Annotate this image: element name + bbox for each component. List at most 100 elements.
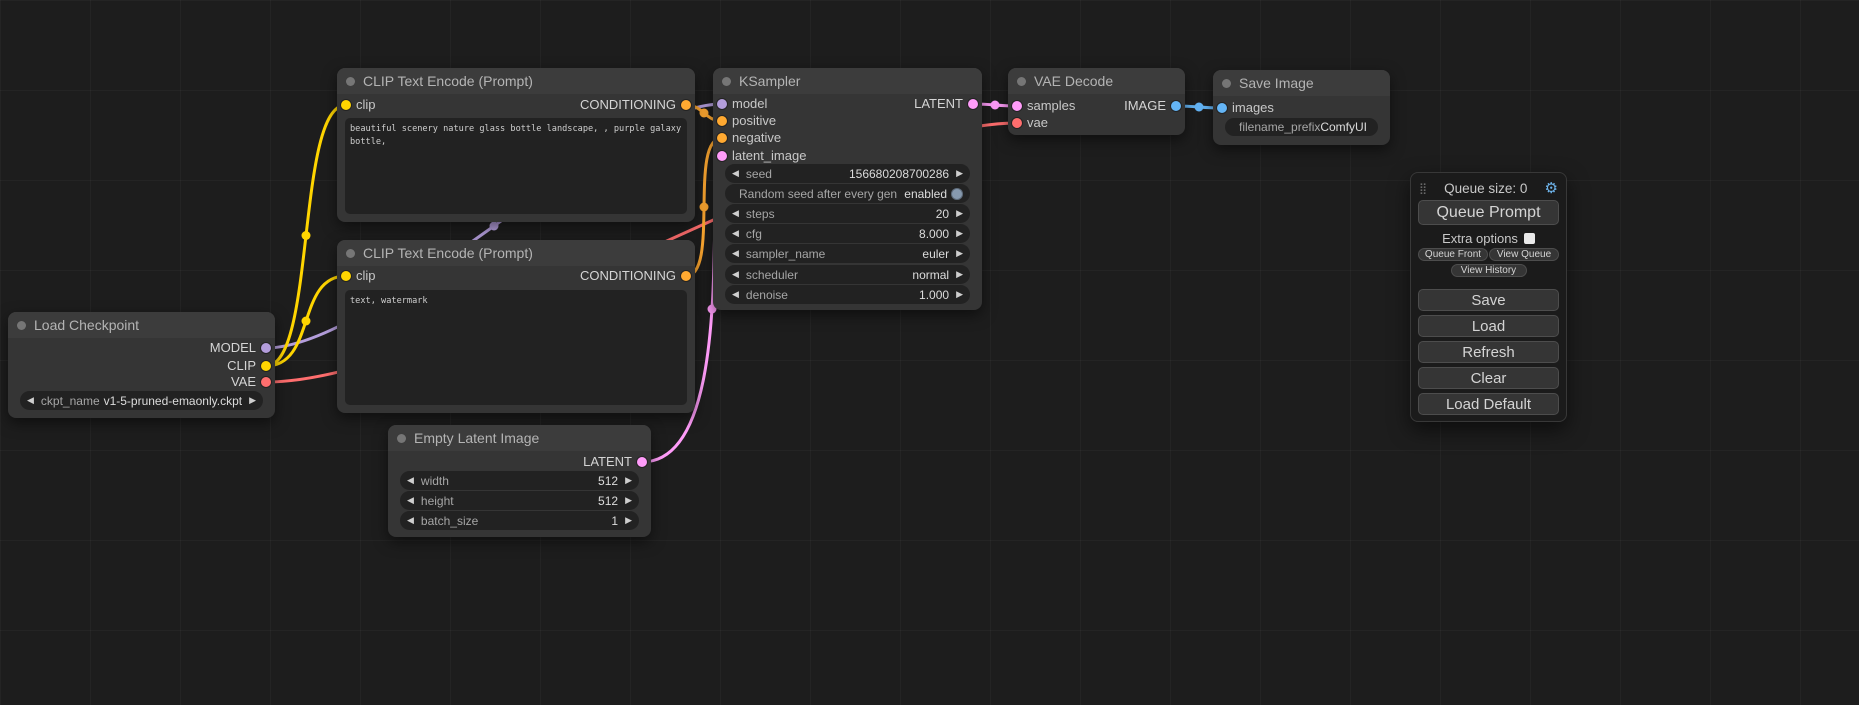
- output-slot-image[interactable]: [1171, 101, 1181, 111]
- node-title-bar[interactable]: VAE Decode: [1008, 68, 1185, 94]
- queue-front-button[interactable]: Queue Front: [1418, 248, 1488, 261]
- output-slot-conditioning[interactable]: [681, 100, 691, 110]
- input-slot-positive[interactable]: [717, 116, 727, 126]
- arrow-right-icon[interactable]: ▶: [956, 204, 963, 223]
- widget-name: cfg: [746, 227, 762, 241]
- arrow-right-icon[interactable]: ▶: [956, 224, 963, 243]
- arrow-right-icon[interactable]: ▶: [625, 471, 632, 490]
- node-title-bar[interactable]: CLIP Text Encode (Prompt): [337, 240, 695, 266]
- output-slot-label: CONDITIONING: [580, 97, 676, 113]
- input-slot-clip[interactable]: [341, 100, 351, 110]
- widget-name: height: [421, 494, 454, 508]
- widget-value: 1: [611, 514, 618, 528]
- arrow-left-icon[interactable]: ◀: [732, 244, 739, 263]
- arrow-left-icon[interactable]: ◀: [732, 224, 739, 243]
- arrow-left-icon[interactable]: ◀: [732, 285, 739, 304]
- widget-random-seed-toggle[interactable]: Random seed after every gen enabled: [725, 184, 970, 203]
- widget-batch-size[interactable]: ◀ batch_size 1 ▶: [400, 511, 639, 530]
- arrow-right-icon[interactable]: ▶: [956, 285, 963, 304]
- arrow-left-icon[interactable]: ◀: [407, 471, 414, 490]
- arrow-right-icon[interactable]: ▶: [249, 391, 256, 410]
- prompt-textarea[interactable]: text, watermark: [345, 290, 687, 405]
- extra-options-row: Extra options: [1411, 231, 1566, 245]
- collapse-dot[interactable]: [722, 77, 731, 86]
- node-vae-decode[interactable]: VAE Decode samples IMAGE vae: [1008, 68, 1185, 135]
- arrow-right-icon[interactable]: ▶: [956, 164, 963, 183]
- node-title-bar[interactable]: Load Checkpoint: [8, 312, 275, 338]
- node-graph-canvas[interactable]: Load Checkpoint MODEL CLIP VAE ◀ ckpt_na…: [0, 0, 1859, 705]
- widget-sampler-name[interactable]: ◀ sampler_name euler ▶: [725, 244, 970, 263]
- toggle-knob[interactable]: [951, 188, 963, 200]
- arrow-right-icon[interactable]: ▶: [956, 265, 963, 284]
- clear-button[interactable]: Clear: [1418, 367, 1559, 389]
- output-slot-clip[interactable]: [261, 361, 271, 371]
- input-slot-clip[interactable]: [341, 271, 351, 281]
- widget-denoise[interactable]: ◀ denoise 1.000 ▶: [725, 285, 970, 304]
- collapse-dot[interactable]: [346, 77, 355, 86]
- widget-name: ckpt_name: [41, 394, 100, 408]
- widget-height[interactable]: ◀ height 512 ▶: [400, 491, 639, 510]
- widget-filename-prefix[interactable]: filename_prefix ComfyUI: [1225, 118, 1378, 136]
- widget-ckpt-name[interactable]: ◀ ckpt_name v1-5-pruned-emaonly.ckpt ▶: [20, 391, 263, 410]
- save-button[interactable]: Save: [1418, 289, 1559, 311]
- input-slot-latent-image[interactable]: [717, 151, 727, 161]
- drag-handle-icon[interactable]: ⣿: [1419, 182, 1427, 195]
- view-history-button[interactable]: View History: [1451, 264, 1527, 277]
- widget-name: Random seed after every gen: [739, 187, 897, 201]
- widget-value: 156680208700286: [849, 167, 949, 181]
- node-title-bar[interactable]: CLIP Text Encode (Prompt): [337, 68, 695, 94]
- queue-menu-panel: ⣿ Queue size: 0 ⚙ Queue Prompt Extra opt…: [1410, 172, 1567, 422]
- arrow-right-icon[interactable]: ▶: [956, 244, 963, 263]
- arrow-left-icon[interactable]: ◀: [407, 511, 414, 530]
- output-slot-conditioning[interactable]: [681, 271, 691, 281]
- node-clip-text-encode-negative[interactable]: CLIP Text Encode (Prompt) clip CONDITION…: [337, 240, 695, 413]
- node-empty-latent-image[interactable]: Empty Latent Image LATENT ◀ width 512 ▶ …: [388, 425, 651, 537]
- load-default-button[interactable]: Load Default: [1418, 393, 1559, 415]
- input-slot-model[interactable]: [717, 99, 727, 109]
- widget-seed[interactable]: ◀ seed 156680208700286 ▶: [725, 164, 970, 183]
- output-slot-model[interactable]: [261, 343, 271, 353]
- arrow-right-icon[interactable]: ▶: [625, 511, 632, 530]
- node-title-bar[interactable]: Save Image: [1213, 70, 1390, 96]
- collapse-dot[interactable]: [397, 434, 406, 443]
- settings-gear-icon[interactable]: ⚙: [1545, 179, 1558, 197]
- menu-header: ⣿ Queue size: 0 ⚙: [1419, 179, 1558, 197]
- input-slot-samples[interactable]: [1012, 101, 1022, 111]
- extra-options-checkbox[interactable]: [1524, 233, 1535, 244]
- widget-value: 1.000: [919, 288, 949, 302]
- output-slot-latent[interactable]: [968, 99, 978, 109]
- node-save-image[interactable]: Save Image images filename_prefix ComfyU…: [1213, 70, 1390, 145]
- node-clip-text-encode-positive[interactable]: CLIP Text Encode (Prompt) clip CONDITION…: [337, 68, 695, 222]
- output-slot-label: IMAGE: [1124, 98, 1166, 114]
- view-queue-button[interactable]: View Queue: [1489, 248, 1559, 261]
- input-slot-negative[interactable]: [717, 133, 727, 143]
- input-slot-vae[interactable]: [1012, 118, 1022, 128]
- prompt-textarea[interactable]: beautiful scenery nature glass bottle la…: [345, 118, 687, 214]
- node-title-bar[interactable]: Empty Latent Image: [388, 425, 651, 451]
- node-title-bar[interactable]: KSampler: [713, 68, 982, 94]
- widget-value: 20: [936, 207, 949, 221]
- arrow-left-icon[interactable]: ◀: [407, 491, 414, 510]
- collapse-dot[interactable]: [1222, 79, 1231, 88]
- arrow-left-icon[interactable]: ◀: [732, 164, 739, 183]
- collapse-dot[interactable]: [346, 249, 355, 258]
- arrow-left-icon[interactable]: ◀: [732, 265, 739, 284]
- output-slot-vae[interactable]: [261, 377, 271, 387]
- widget-width[interactable]: ◀ width 512 ▶: [400, 471, 639, 490]
- arrow-right-icon[interactable]: ▶: [625, 491, 632, 510]
- widget-cfg[interactable]: ◀ cfg 8.000 ▶: [725, 224, 970, 243]
- link-midpoint-dot: [490, 222, 499, 231]
- refresh-button[interactable]: Refresh: [1418, 341, 1559, 363]
- collapse-dot[interactable]: [17, 321, 26, 330]
- input-slot-images[interactable]: [1217, 103, 1227, 113]
- node-load-checkpoint[interactable]: Load Checkpoint MODEL CLIP VAE ◀ ckpt_na…: [8, 312, 275, 418]
- output-slot-latent[interactable]: [637, 457, 647, 467]
- load-button[interactable]: Load: [1418, 315, 1559, 337]
- node-ksampler[interactable]: KSampler model LATENT positive negative …: [713, 68, 982, 310]
- arrow-left-icon[interactable]: ◀: [27, 391, 34, 410]
- widget-steps[interactable]: ◀ steps 20 ▶: [725, 204, 970, 223]
- arrow-left-icon[interactable]: ◀: [732, 204, 739, 223]
- widget-scheduler[interactable]: ◀ scheduler normal ▶: [725, 265, 970, 284]
- queue-prompt-button[interactable]: Queue Prompt: [1418, 200, 1559, 225]
- collapse-dot[interactable]: [1017, 77, 1026, 86]
